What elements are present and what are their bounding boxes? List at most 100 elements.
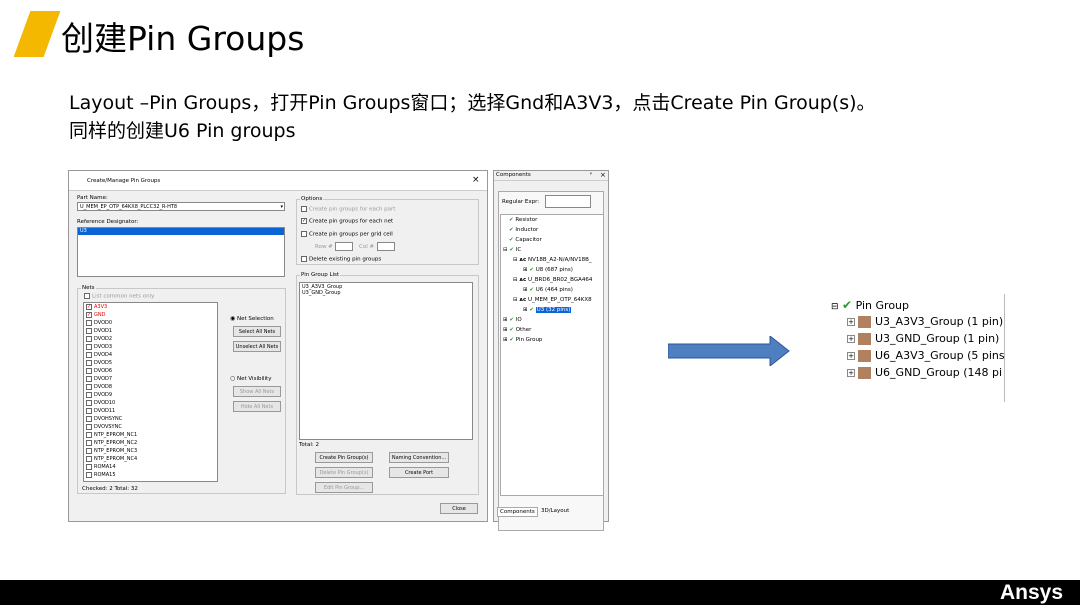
list-item[interactable]: DVOD6 xyxy=(84,367,217,375)
tree-item-u6[interactable]: ⊞ ✔ U6 (464 pins) xyxy=(523,286,573,295)
list-item[interactable]: NTP_EPROM_NC1 xyxy=(84,431,217,439)
dialog-title: Create/Manage Pin Groups xyxy=(87,178,161,184)
tree-item-other[interactable]: ⊞ ✔ Other xyxy=(503,326,531,335)
list-item[interactable]: DVOD3 xyxy=(84,343,217,351)
list-item[interactable]: DVOHSYNC xyxy=(84,415,217,423)
nets-label: Nets xyxy=(81,285,96,291)
dialog-titlebar: Create/Manage Pin Groups × xyxy=(69,171,487,191)
net-selection-radio[interactable]: ◉ Net Selection xyxy=(230,315,274,322)
select-all-nets-button[interactable]: Select All Nets xyxy=(233,326,281,337)
list-item[interactable]: NTP_EPROM_NC4 xyxy=(84,455,217,463)
tree-item-nv18b[interactable]: ⊟ ᴀᴄ NV18B_A2-N/A/NV18B_ xyxy=(513,256,592,265)
delete-existing-checkbox[interactable]: Delete existing pin groups xyxy=(301,256,381,263)
options-group: Options Create pin groups for each part … xyxy=(296,196,479,265)
component-tree: ✔ Resistor ✔ Inductor ✔ Capacitor ⊟ ✔ IC… xyxy=(500,214,604,496)
pin-group-item[interactable]: + U3_GND_Group (1 pin) xyxy=(847,331,999,347)
create-port-button[interactable]: Create Port xyxy=(389,467,449,478)
ref-des-item[interactable]: U3 xyxy=(78,228,284,235)
tree-item-brd6[interactable]: ⊟ ᴀᴄ U_BRD6_BR02_BGA464 xyxy=(513,276,592,285)
list-item[interactable]: DVOD2 xyxy=(84,335,217,343)
list-item[interactable]: DVOD9 xyxy=(84,391,217,399)
ref-des-list[interactable]: U3 xyxy=(77,227,285,277)
unselect-all-nets-button[interactable]: Unselect All Nets xyxy=(233,341,281,352)
tree-item-mem-ep[interactable]: ⊟ ᴀᴄ U_MEM_EP_OTP_64KX8 xyxy=(513,296,592,305)
tree-item-inductor[interactable]: ✔ Inductor xyxy=(509,226,538,235)
close-button[interactable]: Close xyxy=(440,503,478,514)
row-input[interactable] xyxy=(335,242,353,251)
pin-group-icon xyxy=(858,333,871,345)
pin-icon[interactable]: ᵖ xyxy=(590,172,592,178)
instruction-line-1: Layout –Pin Groups，打开Pin Groups窗口；选择Gnd和… xyxy=(69,92,876,114)
pin-group-list[interactable]: U3_A3V3_Group U3_GND_Group xyxy=(299,282,473,440)
footer-bar xyxy=(0,580,1080,605)
create-pin-group-button[interactable]: Create Pin Group(s) xyxy=(315,452,373,463)
part-name-select[interactable]: U_MEM_EP_OTP_64KX8_PLCC32_R-HT8 ▾ xyxy=(77,202,285,211)
tree-item-io[interactable]: ⊞ ✔ IO xyxy=(503,316,522,325)
list-item[interactable]: ✓ GND xyxy=(84,311,217,319)
check-icon: ✔ xyxy=(842,298,853,312)
tree-item-resistor[interactable]: ✔ Resistor xyxy=(509,216,537,225)
pin-group-item[interactable]: + U6_GND_Group (148 pi xyxy=(847,365,1002,381)
pin-group-item[interactable]: + U3_A3V3_Group (1 pin) xyxy=(847,314,1003,330)
expand-icon: + xyxy=(847,335,855,343)
pin-group-item[interactable]: + U6_A3V3_Group (5 pins xyxy=(847,348,1005,364)
list-item[interactable]: DVOD7 xyxy=(84,375,217,383)
opt-each-net-checkbox[interactable]: ✓ Create pin groups for each net xyxy=(301,218,393,225)
ref-des-label: Reference Designator: xyxy=(77,219,139,225)
chevron-down-icon: ▾ xyxy=(280,204,283,210)
list-item[interactable]: NTP_EPROM_NC2 xyxy=(84,439,217,447)
list-item[interactable]: ROMA15 xyxy=(84,471,217,479)
list-item[interactable]: DVOVSYNC xyxy=(84,423,217,431)
list-common-checkbox[interactable]: List common nets only xyxy=(84,293,154,300)
show-all-nets-button[interactable]: Show All Nets xyxy=(233,386,281,397)
col-label: Col # xyxy=(359,244,375,250)
list-item[interactable]: ROMA14 xyxy=(84,463,217,471)
components-panel: Components ᵖ × Regular Expr: ✔ Resistor … xyxy=(493,170,609,531)
net-visibility-radio[interactable]: ○ Net Visibility xyxy=(230,375,271,382)
list-item[interactable]: NTP_EPROM_NC3 xyxy=(84,447,217,455)
components-titlebar: Components ᵖ × xyxy=(494,171,608,181)
pin-groups-dialog: Create/Manage Pin Groups × Part Name: U_… xyxy=(68,170,488,522)
row-label: Row # xyxy=(315,244,333,250)
instruction-line-2: 同样的创建U6 Pin groups xyxy=(69,120,296,142)
pin-group-icon xyxy=(858,316,871,328)
nets-list[interactable]: ✓ A3V3 ✓ GND DVOD0 DVOD1 DVOD2 DVOD3 DVOD4… xyxy=(83,302,218,482)
nets-group: Nets List common nets only ✓ A3V3 ✓ GND DV… xyxy=(77,285,286,494)
list-item[interactable]: U3_GND_Group xyxy=(300,289,472,297)
close-icon[interactable]: × xyxy=(472,175,480,185)
regular-expr-input[interactable] xyxy=(545,195,591,208)
check-icon: ✔ xyxy=(509,217,514,223)
list-item[interactable]: DVOD1 xyxy=(84,327,217,335)
col-input[interactable] xyxy=(377,242,395,251)
delete-pin-group-button[interactable]: Delete Pin Group(s) xyxy=(315,467,373,478)
check-icon: ✔ xyxy=(509,237,514,243)
tree-item-u3[interactable]: ⊞ ✔ U3 (32 pins) xyxy=(523,306,572,315)
tree-item-u8[interactable]: ⊞ ✔ U8 (687 pins) xyxy=(523,266,573,275)
opt-each-part-checkbox[interactable]: Create pin groups for each part xyxy=(301,206,395,213)
tree-item-pin-group[interactable]: ⊞ ✔ Pin Group xyxy=(503,336,542,345)
hide-all-nets-button[interactable]: Hide All Nets xyxy=(233,401,281,412)
slide-title: 创建Pin Groups xyxy=(61,19,305,58)
list-item[interactable]: DVOD11 xyxy=(84,407,217,415)
tree-item-ic[interactable]: ⊟ ✔ IC xyxy=(503,246,521,255)
check-icon: ✔ xyxy=(509,327,514,333)
pin-group-root[interactable]: ⊟ ✔ Pin Group xyxy=(831,297,909,313)
list-item[interactable]: ✓ A3V3 xyxy=(84,303,217,311)
list-item[interactable]: DVOD8 xyxy=(84,383,217,391)
list-item[interactable]: DVOD5 xyxy=(84,359,217,367)
check-icon: ✔ xyxy=(509,247,514,253)
opt-grid-cell-checkbox[interactable]: Create pin groups per grid cell xyxy=(301,231,393,238)
tab-components[interactable]: Components xyxy=(497,507,538,517)
close-icon[interactable]: × xyxy=(600,171,606,179)
list-item[interactable]: DVOD10 xyxy=(84,399,217,407)
edit-pin-group-button[interactable]: Edit Pin Group... xyxy=(315,482,373,493)
ansys-logo: Ansys xyxy=(1000,581,1064,604)
naming-convention-button[interactable]: Naming Convention... xyxy=(389,452,449,463)
list-item[interactable]: DVOD4 xyxy=(84,351,217,359)
tab-3d-layout[interactable]: 3D/Layout xyxy=(539,507,571,517)
regular-expr-label: Regular Expr: xyxy=(502,199,540,205)
components-title: Components xyxy=(496,172,531,178)
tree-item-capacitor[interactable]: ✔ Capacitor xyxy=(509,236,542,245)
list-item[interactable]: DVOD0 xyxy=(84,319,217,327)
check-icon: ✔ xyxy=(529,267,534,273)
